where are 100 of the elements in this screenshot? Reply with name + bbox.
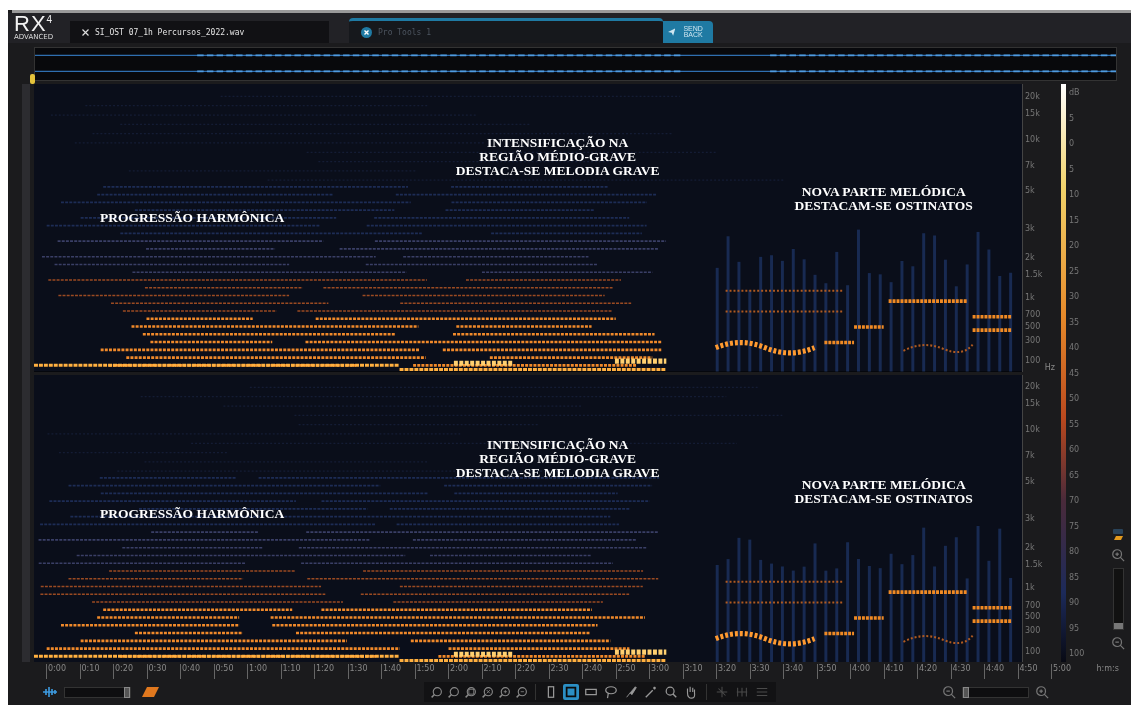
waveform-icon[interactable] — [42, 686, 58, 698]
zoom-out-icon[interactable] — [942, 685, 956, 699]
time-label: 0:00 — [46, 664, 80, 679]
frequency-label: 7k — [1025, 450, 1035, 460]
time-label: 0:40 — [180, 664, 214, 679]
brush-icon[interactable] — [623, 684, 639, 700]
db-label: 85 — [1069, 572, 1081, 582]
annotation-text: NOVA PARTE MELÓDICA DESTACAM-SE OSTINATOS — [794, 478, 973, 506]
db-label: 90 — [1069, 598, 1081, 607]
lasso-icon[interactable] — [603, 684, 619, 700]
db-label: 100 — [1069, 649, 1085, 658]
magnifier-icon[interactable] — [498, 685, 511, 699]
time-label: 3:30 — [749, 664, 783, 679]
db-label: 65 — [1069, 470, 1081, 480]
tab-label: Pro Tools 1 — [378, 27, 431, 37]
magnifier-icon[interactable] — [430, 685, 443, 699]
annotation-text: INTENSIFICAÇÃO NA REGIÃO MÉDIO-GRAVE DESTACA-SE MELODIA GRAVE — [455, 437, 660, 480]
tab-label: SI_OST 07_1h Percursos_2022.wav — [95, 27, 245, 37]
time-label: 4:30 — [950, 664, 984, 679]
time-label: 0:50 — [213, 664, 247, 679]
slider-thumb[interactable] — [963, 686, 969, 698]
db-label: 20 — [1069, 241, 1081, 250]
zoom-in-icon[interactable] — [1111, 548, 1125, 562]
paper-plane-icon — [668, 27, 676, 37]
db-label: 95 — [1069, 623, 1081, 633]
time-label: 1:20 — [314, 664, 348, 679]
frequency-label: 700 — [1025, 600, 1041, 609]
frequency-label: 2k — [1025, 252, 1035, 261]
time-label: 3:50 — [816, 664, 850, 679]
annotation-text: NOVA PARTE MELÓDICA DESTACAM-SE OSTINATOS — [794, 184, 973, 213]
frequency-label: 20k — [1025, 381, 1040, 391]
annotation-text: PROGRESSÃO HARMÔNICA — [100, 210, 285, 225]
db-label: 5 — [1069, 113, 1076, 123]
zoom-out-icon[interactable] — [1111, 636, 1125, 650]
time-label: 2:50 — [615, 664, 649, 679]
db-label: 0 — [1069, 139, 1076, 148]
frequency-label: 5k — [1025, 476, 1035, 486]
tab[interactable]: SI_OST 07_1h Percursos_2022.wav — [70, 21, 329, 43]
db-label: 25 — [1069, 266, 1081, 276]
time-label: 3:00 — [649, 664, 683, 679]
time-label: 3:20 — [716, 664, 750, 679]
time-label: 1:40 — [381, 664, 415, 679]
magic-wand-icon[interactable] — [643, 684, 659, 700]
time-label: 2:20 — [515, 664, 549, 679]
frequency-label: 100 — [1025, 646, 1041, 655]
magnifier-icon[interactable] — [447, 685, 460, 699]
spectrogram-icon[interactable] — [1111, 528, 1125, 542]
db-label: 45 — [1069, 368, 1081, 378]
time-ruler[interactable]: 0:00 0:10 0:20 0:30 0:40 0:50 1:00 1:10 1:20 1:30 1:40 1:50 2:00 2:10 2:20 2:30 2:40 2:50 3:00 3:10 3:20 3:30 3:40 3:50 4:00 4:10 4:20 4:30 4:40 4:50 5:00 h:m:s — [46, 664, 1131, 679]
frequency-label: 2k — [1025, 542, 1035, 552]
frequency-label: 300 — [1025, 625, 1041, 635]
slider[interactable] — [64, 686, 131, 698]
time-label: 0:20 — [113, 664, 147, 679]
time-label: 2:10 — [481, 664, 515, 679]
frequency-label: 1.5k — [1025, 269, 1043, 279]
db-label: 30 — [1069, 292, 1081, 301]
zoom-in-icon[interactable] — [1035, 685, 1049, 699]
logo: RX$^{4}$ — [14, 15, 55, 33]
spectrogram-icon[interactable] — [141, 687, 159, 697]
db-label: dB — [1069, 88, 1081, 97]
vertical-zoom-slider[interactable] — [1112, 568, 1124, 630]
time-label: 2:40 — [582, 664, 616, 679]
time-label: 1:30 — [347, 664, 381, 679]
db-label: 5 — [1069, 164, 1076, 174]
zoom-icon[interactable] — [663, 684, 679, 700]
time-label: 4:20 — [917, 664, 951, 679]
frequency-label: 1.5k — [1025, 559, 1043, 569]
frequency-label: 20k — [1025, 91, 1040, 100]
time-label: 0:10 — [79, 664, 113, 679]
frequency-label: 10k — [1025, 424, 1040, 434]
waveform-overview[interactable] — [34, 47, 1117, 81]
time-label: 4:40 — [984, 664, 1018, 679]
unit-label: Hz — [1044, 362, 1055, 372]
db-label: 80 — [1069, 547, 1081, 556]
time-label: 3:40 — [783, 664, 817, 679]
frequency-label: 500 — [1025, 321, 1041, 330]
box-select-icon[interactable] — [563, 684, 579, 700]
time-label: 4:50 — [1017, 664, 1051, 679]
frequency-label: 15k — [1025, 108, 1040, 118]
close-icon[interactable] — [82, 28, 89, 36]
slider-thumb[interactable] — [124, 686, 130, 698]
time-label: 0:30 — [146, 664, 180, 679]
slider[interactable] — [962, 686, 1029, 698]
db-label: 75 — [1069, 521, 1081, 531]
db-label: 10 — [1069, 190, 1081, 199]
frequency-label: 1k — [1025, 582, 1035, 592]
annotation-text: PROGRESSÃO HARMÔNICA — [100, 506, 285, 521]
playhead-marker[interactable] — [30, 74, 35, 84]
time-label: 5:00 — [1051, 664, 1085, 679]
magnifier-icon[interactable] — [481, 685, 494, 699]
close-icon[interactable] — [361, 26, 372, 38]
db-label: 35 — [1069, 317, 1081, 327]
slider-thumb[interactable] — [1113, 623, 1123, 629]
magnifier-icon[interactable] — [464, 685, 477, 699]
db-label: 55 — [1069, 419, 1081, 429]
magnifier-icon[interactable] — [515, 685, 528, 699]
time-label: 4:10 — [883, 664, 917, 679]
time-label: 1:10 — [280, 664, 314, 679]
db-label: 70 — [1069, 496, 1081, 505]
db-label: 15 — [1069, 215, 1081, 225]
